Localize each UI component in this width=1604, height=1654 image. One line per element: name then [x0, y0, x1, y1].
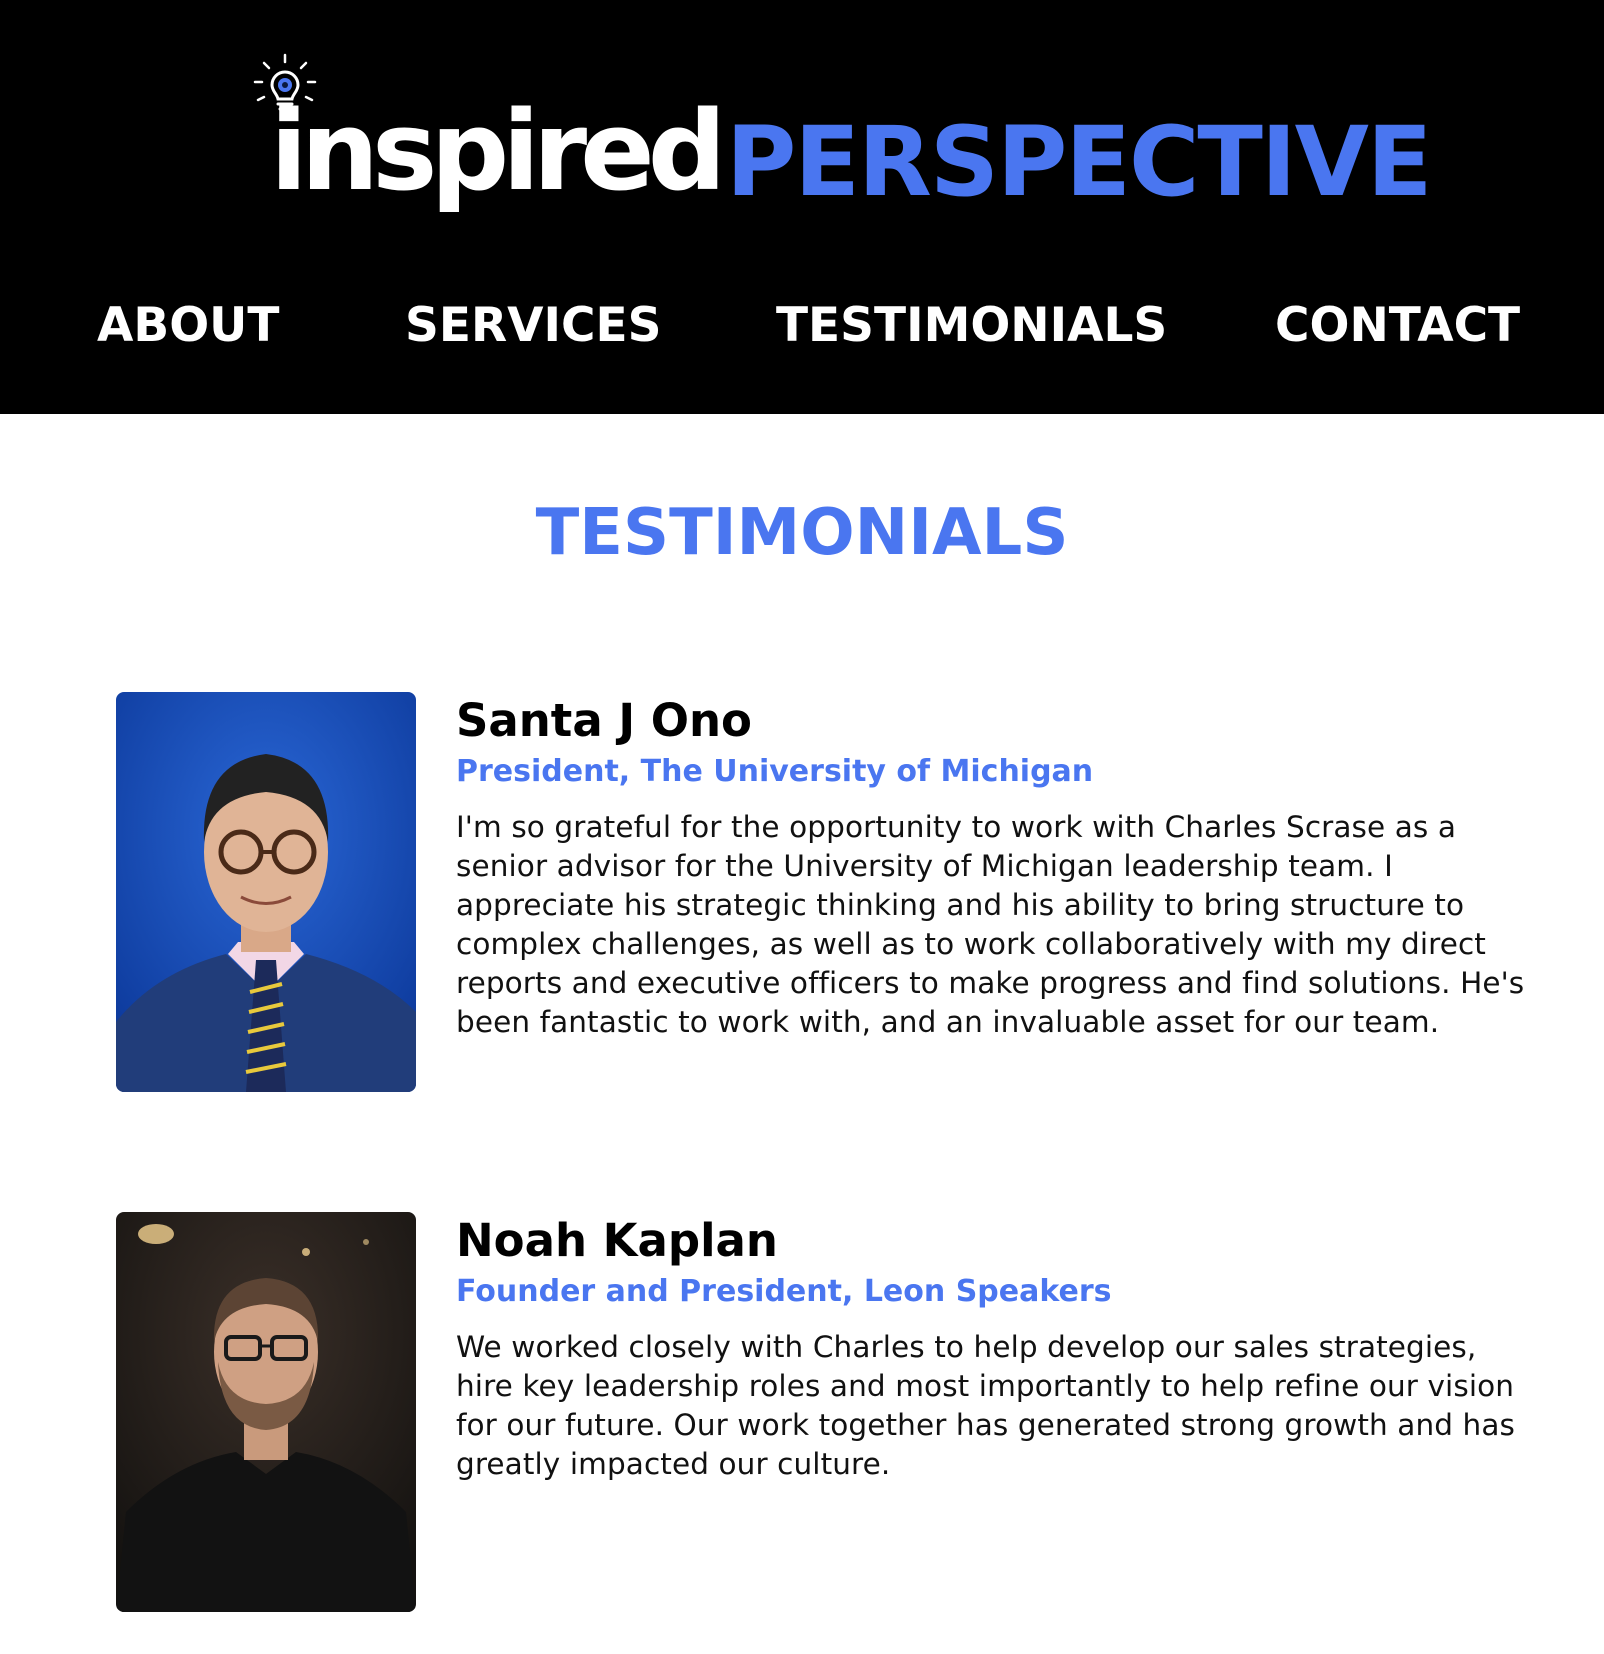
logo-wordmark-perspective: PERSPECTIVE	[726, 106, 1432, 218]
main-nav: ABOUT SERVICES TESTIMONIALS CONTACT	[0, 296, 1604, 356]
portrait-image	[116, 692, 416, 1092]
testimonial-body: Noah Kaplan Founder and President, Leon …	[456, 1212, 1536, 1484]
nav-link-contact[interactable]: CONTACT	[1275, 296, 1520, 356]
testimonial-name: Santa J Ono	[456, 694, 752, 747]
brand-logo[interactable]: inspired PERSPECTIVE	[250, 52, 1432, 232]
nav-link-services[interactable]: SERVICES	[405, 296, 661, 356]
testimonial-quote: We worked closely with Charles to help d…	[456, 1330, 1515, 1481]
testimonial-body: Santa J Ono President, The University of…	[456, 692, 1536, 1042]
testimonial-name: Noah Kaplan	[456, 1214, 778, 1267]
nav-link-testimonials[interactable]: TESTIMONIALS	[776, 296, 1167, 356]
testimonial-photo	[116, 1212, 416, 1612]
nav-link-about[interactable]: ABOUT	[97, 296, 279, 356]
testimonial-photo	[116, 692, 416, 1092]
testimonial-role: Founder and President, Leon Speakers	[456, 1274, 1112, 1309]
portrait-image	[116, 1212, 416, 1612]
logo-wordmark-inspired: inspired	[270, 87, 727, 215]
section-title: TESTIMONIALS	[535, 496, 1069, 570]
site-header: inspired PERSPECTIVE ABOUT SERVICES TEST…	[0, 0, 1604, 414]
testimonial-quote: I'm so grateful for the opportunity to w…	[456, 810, 1525, 1039]
testimonial-role: President, The University of Michigan	[456, 754, 1094, 789]
